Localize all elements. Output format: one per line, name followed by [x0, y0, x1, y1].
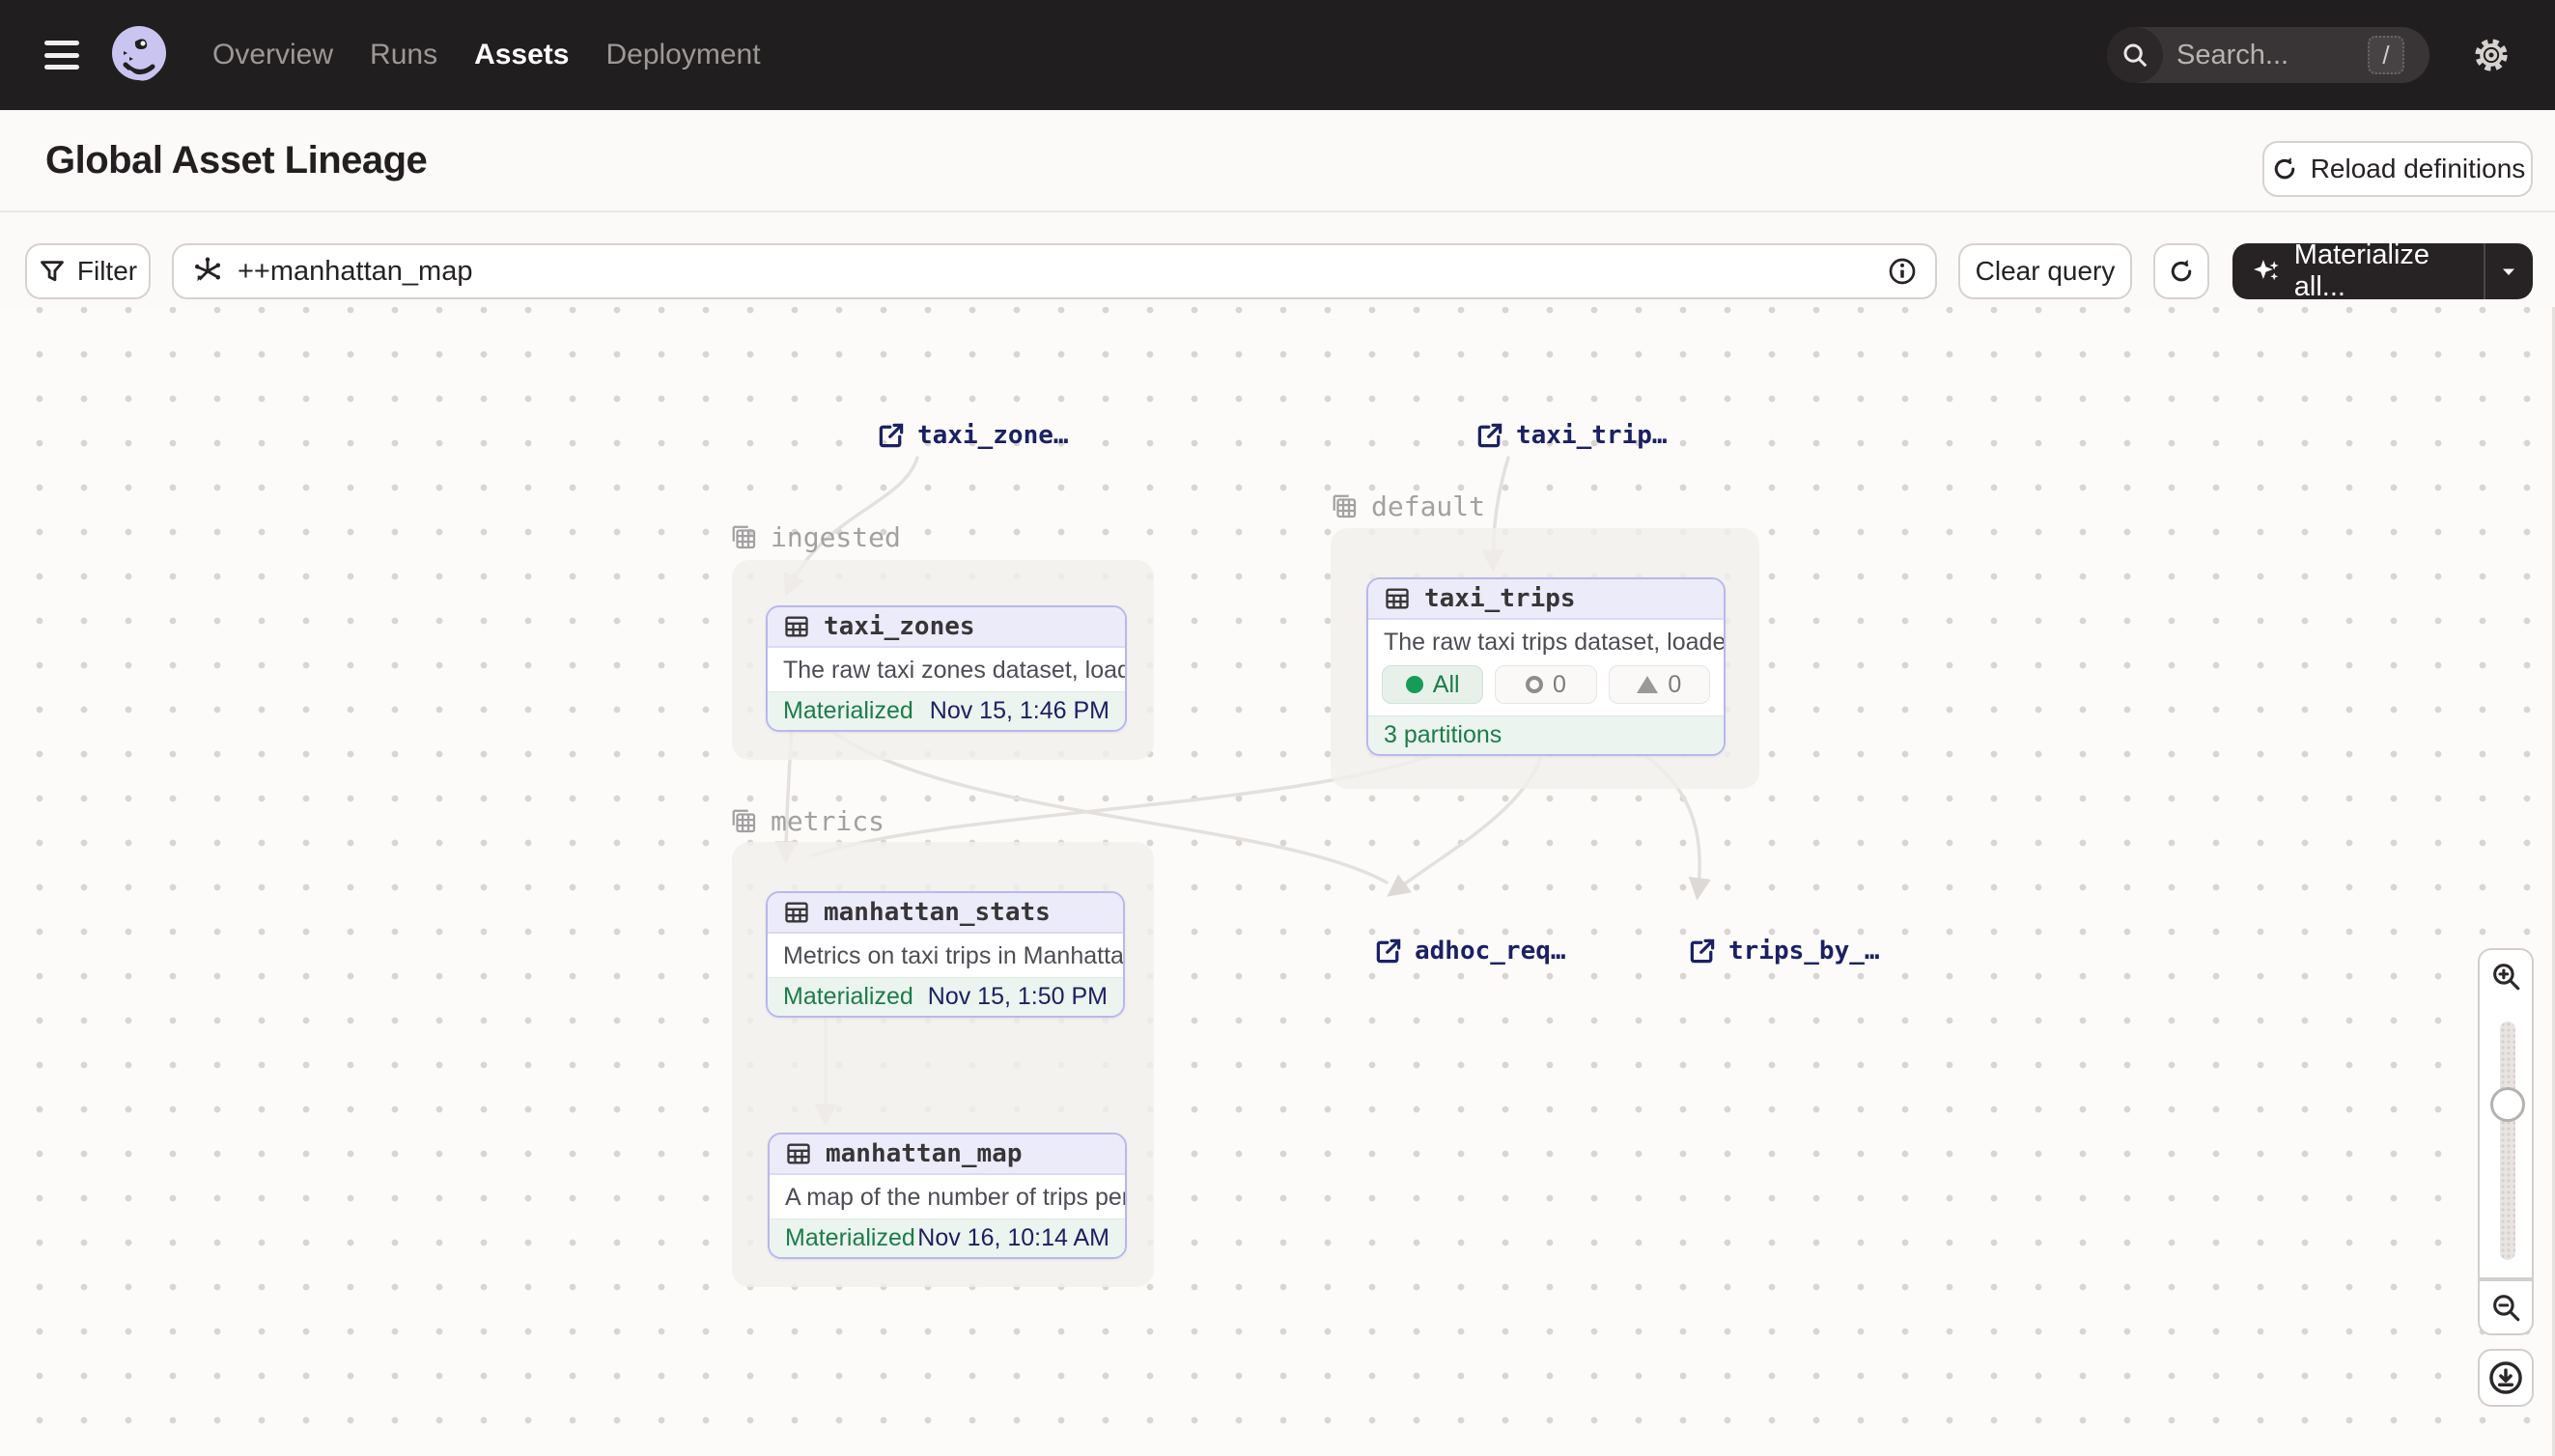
- materialized-status: Materialized: [785, 1224, 915, 1252]
- group-table-icon: [1331, 492, 1360, 521]
- nav-tab-runs[interactable]: Runs: [370, 39, 437, 71]
- sparkle-icon: [2252, 254, 2283, 289]
- external-link-icon: [877, 421, 906, 450]
- partitions-missing-badge[interactable]: 0: [1495, 665, 1596, 704]
- partition-health-row: All 0 0: [1368, 663, 1724, 715]
- table-icon: [783, 899, 810, 926]
- nav-tab-assets[interactable]: Assets: [474, 39, 569, 71]
- materialized-timestamp[interactable]: Nov 15, 1:50 PM: [928, 983, 1108, 1011]
- chevron-down-icon: [2497, 260, 2520, 283]
- partitions-count[interactable]: 3 partitions: [1384, 721, 1502, 749]
- group-label-ingested[interactable]: ingested: [730, 521, 901, 553]
- refresh-graph-button[interactable]: [2153, 243, 2209, 299]
- gear-icon[interactable]: [2472, 36, 2511, 74]
- lineage-edges: [0, 307, 2555, 1456]
- group-label-default[interactable]: default: [1331, 490, 1485, 522]
- asset-name: manhattan_map: [826, 1139, 1023, 1168]
- materialize-dropdown-caret[interactable]: [2485, 260, 2533, 283]
- header-divider: [0, 210, 2555, 212]
- asset-name: manhattan_stats: [824, 898, 1051, 927]
- reload-definitions-button[interactable]: Reload definitions: [2262, 141, 2533, 197]
- lineage-graph-canvas[interactable]: ingested default metrics taxi_zone… taxi…: [0, 307, 2555, 1456]
- asset-name: taxi_trips: [1424, 584, 1576, 613]
- table-icon: [1384, 585, 1411, 612]
- page-header: Global Asset Lineage Reload definitions …: [0, 110, 2555, 307]
- zoom-slider-handle[interactable]: [2490, 1087, 2525, 1122]
- group-table-icon: [730, 523, 759, 552]
- clear-query-button[interactable]: Clear query: [1958, 243, 2132, 299]
- download-icon: [2487, 1359, 2524, 1396]
- asset-description: A map of the number of trips per taxi z.…: [770, 1175, 1125, 1218]
- filter-button[interactable]: Filter: [25, 243, 151, 299]
- table-icon: [785, 1140, 812, 1167]
- zoom-out-icon: [2489, 1291, 2522, 1324]
- materialized-timestamp[interactable]: Nov 15, 1:46 PM: [930, 697, 1109, 725]
- asset-query-input[interactable]: [238, 256, 1887, 288]
- external-link-icon: [1688, 937, 1717, 966]
- warning-triangle-icon: [1637, 676, 1658, 693]
- asset-description: The raw taxi trips dataset, loaded into …: [1368, 620, 1724, 663]
- asset-node-manhattan-map[interactable]: manhattan_map A map of the number of tri…: [768, 1133, 1127, 1259]
- graph-query-icon: [191, 255, 224, 288]
- external-node-adhoc-req[interactable]: adhoc_req…: [1374, 937, 1566, 966]
- download-image-button[interactable]: [2478, 1349, 2534, 1407]
- reload-icon: [2270, 154, 2299, 183]
- group-table-icon: [730, 807, 759, 836]
- asset-name: taxi_zones: [824, 612, 975, 641]
- group-label-metrics[interactable]: metrics: [730, 805, 884, 837]
- nav-tabs: Overview Runs Assets Deployment: [212, 39, 761, 71]
- missing-ring-icon: [1526, 676, 1543, 693]
- info-icon[interactable]: [1887, 256, 1918, 287]
- zoom-out-button[interactable]: [2478, 1279, 2534, 1335]
- search-shortcut-badge: /: [2368, 36, 2404, 74]
- dagster-logo-icon[interactable]: [106, 22, 172, 88]
- success-dot-icon: [1406, 676, 1423, 693]
- asset-description: The raw taxi zones dataset, loaded int..…: [768, 648, 1125, 691]
- materialized-timestamp[interactable]: Nov 16, 10:14 AM: [917, 1224, 1109, 1252]
- zoom-in-icon: [2489, 960, 2522, 993]
- nav-tab-overview[interactable]: Overview: [212, 39, 333, 71]
- search-icon: [2107, 27, 2163, 83]
- asset-query-input-box[interactable]: [172, 243, 1937, 299]
- table-icon: [783, 613, 810, 640]
- external-node-taxi-trip[interactable]: taxi_trip…: [1475, 421, 1668, 450]
- top-nav-bar: Overview Runs Assets Deployment /: [0, 0, 2555, 110]
- zoom-slider[interactable]: [2478, 1002, 2534, 1279]
- external-link-icon: [1475, 421, 1504, 450]
- external-node-taxi-zone[interactable]: taxi_zone…: [877, 421, 1069, 450]
- materialized-status: Materialized: [783, 697, 913, 725]
- search-input[interactable]: [2176, 40, 2341, 71]
- materialized-status: Materialized: [783, 983, 913, 1011]
- zoom-slider-track[interactable]: [2500, 1022, 2515, 1260]
- external-link-icon: [1374, 937, 1403, 966]
- refresh-icon: [2167, 257, 2196, 286]
- asset-node-taxi-zones[interactable]: taxi_zones The raw taxi zones dataset, l…: [766, 605, 1127, 732]
- asset-description: Metrics on taxi trips in Manhattan: [768, 934, 1123, 977]
- zoom-in-button[interactable]: [2478, 948, 2534, 1004]
- materialize-all-button[interactable]: Materialize all...: [2232, 243, 2533, 299]
- partitions-failed-badge[interactable]: 0: [1609, 665, 1710, 704]
- partitions-all-badge[interactable]: All: [1382, 665, 1483, 704]
- external-node-trips-by[interactable]: trips_by_…: [1688, 937, 1880, 966]
- hamburger-menu-icon[interactable]: [44, 41, 79, 70]
- page-title: Global Asset Lineage: [45, 139, 427, 182]
- global-search[interactable]: /: [2107, 27, 2429, 83]
- filter-funnel-icon: [39, 258, 66, 285]
- asset-node-manhattan-stats[interactable]: manhattan_stats Metrics on taxi trips in…: [766, 891, 1125, 1018]
- asset-node-taxi-trips[interactable]: taxi_trips The raw taxi trips dataset, l…: [1366, 577, 1726, 756]
- nav-tab-deployment[interactable]: Deployment: [605, 39, 760, 71]
